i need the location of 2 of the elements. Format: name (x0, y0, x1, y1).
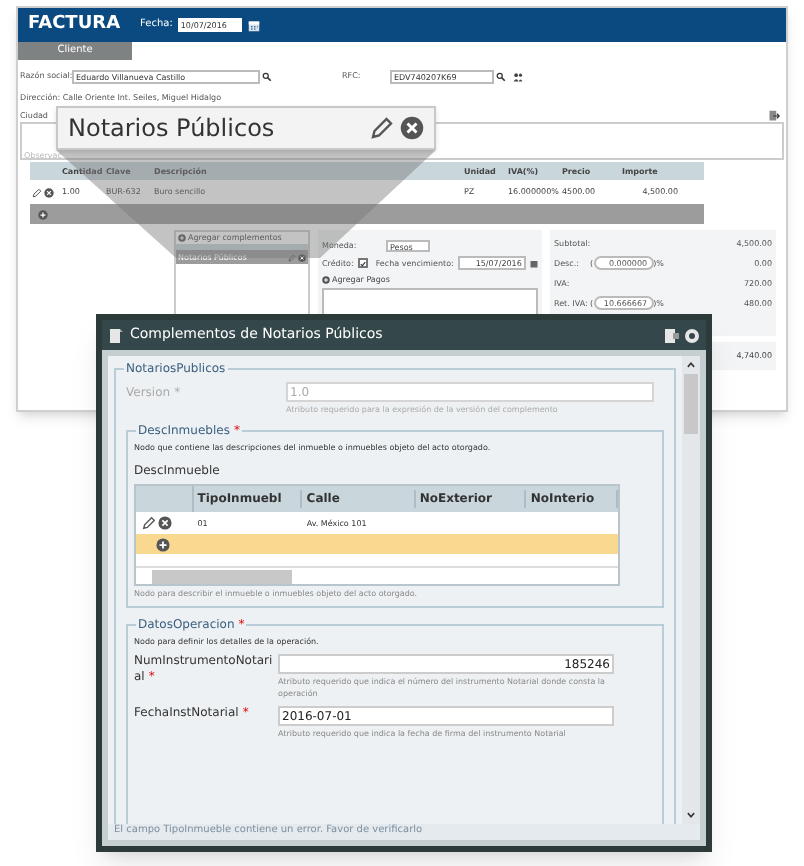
invoice-title: FACTURA (28, 11, 121, 38)
callout-title: Notarios Públicos (68, 112, 275, 146)
